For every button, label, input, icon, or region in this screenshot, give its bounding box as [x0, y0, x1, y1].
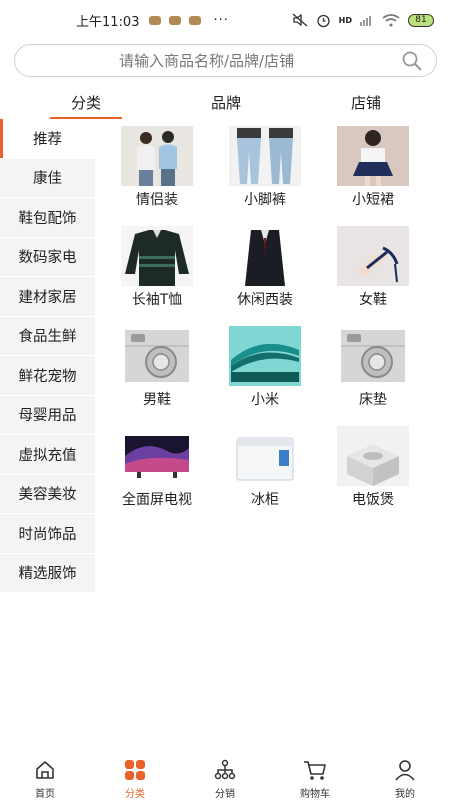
status-time: 上午11:03 [76, 14, 140, 30]
status-more-indicator: ··· [213, 12, 229, 28]
product-label: 情侣装 [136, 192, 178, 208]
signal-icon [360, 16, 371, 26]
product-label: 小短裙 [352, 192, 394, 208]
user-icon [393, 758, 417, 782]
sidebar-item-flowers-pets[interactable]: 鲜花宠物 [0, 356, 95, 396]
product-label: 全面屏电视 [122, 492, 192, 508]
jeans-image [229, 126, 301, 186]
sidebar-item-recharge[interactable]: 虚拟充值 [0, 435, 95, 475]
sidebar-item-shoes-bags[interactable]: 鞋包配饰 [0, 198, 95, 238]
category-sidebar: 推荐 康佳 鞋包配饰 数码家电 建材家居 食品生鲜 鲜花宠物 母婴用品 虚拟充值… [0, 119, 95, 593]
alarm-icon [317, 14, 330, 27]
product-label: 男鞋 [143, 392, 171, 408]
nav-distribution-label: 分销 [215, 789, 235, 800]
product-label: 床垫 [359, 392, 387, 408]
product-item-long-sleeve-tshirt[interactable]: 长袖T恤 [103, 226, 211, 309]
freezer-image [229, 426, 301, 486]
short-skirt-image [337, 126, 409, 186]
placeholder-image [121, 326, 193, 386]
product-label: 小米 [251, 392, 279, 408]
nav-profile[interactable]: 我的 [360, 752, 450, 800]
nav-cart[interactable]: 购物车 [270, 752, 360, 800]
couple-outfit-image [121, 126, 193, 186]
category-icon [123, 758, 147, 782]
nav-category-label: 分类 [125, 789, 145, 800]
women-shoes-image [337, 226, 409, 286]
tab-classify[interactable]: 分类 [50, 92, 122, 113]
search-input[interactable] [119, 51, 389, 70]
product-item-fullscreen-tv[interactable]: 全面屏电视 [103, 426, 211, 509]
rice-cooker-image [337, 426, 409, 486]
nav-cart-label: 购物车 [300, 789, 330, 800]
product-grid: 情侣装 小脚裤 小短裙 长袖T恤 休闲西装 女鞋 男鞋 小米 床垫 全面屏电视 … [103, 126, 433, 509]
product-label: 冰柜 [251, 492, 279, 508]
sidebar-item-fresh-food[interactable]: 食品生鲜 [0, 316, 95, 356]
placeholder-image [337, 326, 409, 386]
product-label: 休闲西装 [237, 292, 293, 308]
notification-icon [149, 15, 162, 25]
sidebar-item-recommend[interactable]: 推荐 [0, 119, 95, 159]
mute-icon [292, 13, 308, 27]
notification-icon [169, 15, 182, 25]
sidebar-item-clothing[interactable]: 精选服饰 [0, 553, 95, 593]
sidebar-item-home-building[interactable]: 建材家居 [0, 277, 95, 317]
status-right-icons: HD 81 [292, 13, 434, 28]
sidebar-item-digital[interactable]: 数码家电 [0, 237, 95, 277]
sidebar-item-beauty[interactable]: 美容美妆 [0, 474, 95, 514]
product-item-women-shoes[interactable]: 女鞋 [319, 226, 427, 309]
search-icon[interactable] [400, 49, 424, 73]
product-label: 长袖T恤 [131, 292, 183, 308]
notification-icons [149, 15, 202, 25]
category-tabs: 分类 品牌 店铺 [0, 88, 450, 120]
tab-brand[interactable]: 品牌 [190, 92, 262, 113]
sidebar-item-accessories[interactable]: 时尚饰品 [0, 514, 95, 554]
search-bar[interactable] [14, 44, 437, 77]
suit-image [229, 226, 301, 286]
battery-icon: 81 [408, 13, 434, 27]
cart-icon [303, 758, 327, 782]
product-item-mattress[interactable]: 床垫 [319, 326, 427, 409]
tv-image [121, 426, 193, 486]
product-item-couple-outfit[interactable]: 情侣装 [103, 126, 211, 209]
product-item-short-skirt[interactable]: 小短裙 [319, 126, 427, 209]
nav-distribution[interactable]: 分销 [180, 752, 270, 800]
product-label: 小脚裤 [244, 192, 286, 208]
nav-home[interactable]: 首页 [0, 752, 90, 800]
home-icon [33, 758, 57, 782]
nav-profile-label: 我的 [395, 789, 415, 800]
product-item-men-shoes[interactable]: 男鞋 [103, 326, 211, 409]
product-item-xiaomi[interactable]: 小米 [211, 326, 319, 409]
product-label: 女鞋 [359, 292, 387, 308]
phone-image [229, 326, 301, 386]
product-item-freezer[interactable]: 冰柜 [211, 426, 319, 509]
notification-icon [189, 15, 202, 25]
network-badge: HD [338, 15, 352, 25]
sidebar-item-konka[interactable]: 康佳 [0, 158, 95, 198]
tab-store[interactable]: 店铺 [330, 92, 402, 113]
distribution-icon [213, 758, 237, 782]
product-item-suit[interactable]: 休闲西装 [211, 226, 319, 309]
nav-home-label: 首页 [35, 789, 55, 800]
product-item-rice-cooker[interactable]: 电饭煲 [319, 426, 427, 509]
sidebar-item-baby[interactable]: 母婴用品 [0, 395, 95, 435]
product-item-jeans[interactable]: 小脚裤 [211, 126, 319, 209]
long-sleeve-tshirt-image [121, 226, 193, 286]
product-label: 电饭煲 [352, 492, 394, 508]
wifi-icon [382, 13, 400, 26]
bottom-nav: 首页 分类 分销 购物车 我的 [0, 752, 450, 800]
nav-category[interactable]: 分类 [90, 752, 180, 800]
status-bar: 上午11:03 ··· HD 81 [0, 0, 450, 40]
